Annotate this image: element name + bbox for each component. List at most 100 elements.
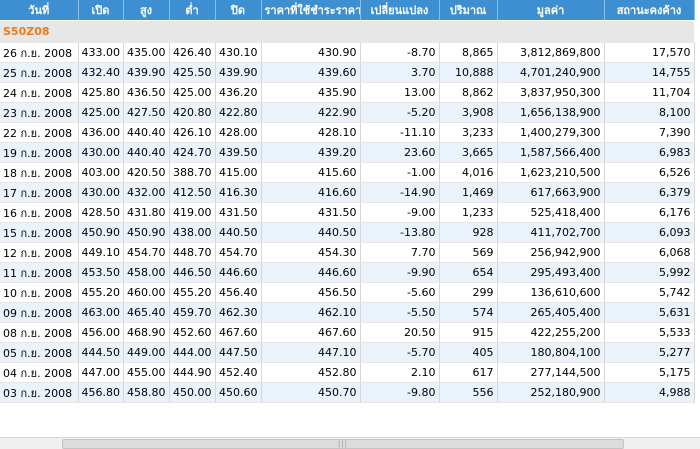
- cell-change: -1.00: [360, 162, 440, 183]
- cell-high: 454.70: [123, 242, 170, 263]
- cell-open: 425.00: [78, 102, 124, 123]
- cell-open-interest: 6,983: [604, 142, 695, 163]
- cell-change: -13.80: [360, 222, 440, 243]
- cell-close: 428.00: [215, 122, 262, 143]
- cell-volume: 4,016: [439, 162, 498, 183]
- cell-close: 422.80: [215, 102, 262, 123]
- cell-open: 436.00: [78, 122, 124, 143]
- cell-close: 447.50: [215, 342, 262, 363]
- col-header-close[interactable]: ปิด: [215, 0, 262, 21]
- cell-open: 444.50: [78, 342, 124, 363]
- cell-change: -11.10: [360, 122, 440, 143]
- cell-settlement-price: 439.20: [261, 142, 361, 163]
- cell-value: 411,702,700: [497, 222, 605, 243]
- col-header-date[interactable]: วันที่: [0, 0, 79, 21]
- cell-value: 1,400,279,300: [497, 122, 605, 143]
- cell-change: -5.60: [360, 282, 440, 303]
- cell-high: 458.00: [123, 262, 170, 283]
- cell-change: -8.70: [360, 42, 440, 63]
- cell-open-interest: 8,100: [604, 102, 695, 123]
- cell-open: 453.50: [78, 262, 124, 283]
- col-header-volume[interactable]: ปริมาณ: [439, 0, 498, 21]
- cell-volume: 556: [439, 382, 498, 403]
- cell-change: 13.00: [360, 82, 440, 103]
- col-header-open-interest[interactable]: สถานะคงค้าง: [604, 0, 695, 21]
- cell-low: 438.00: [169, 222, 216, 243]
- cell-settlement-price: 447.10: [261, 342, 361, 363]
- cell-date: 18 ก.ย. 2008: [0, 162, 79, 183]
- cell-open: 433.00: [78, 42, 124, 63]
- scrollbar-grip-icon: |||: [337, 440, 349, 448]
- cell-date: 05 ก.ย. 2008: [0, 342, 79, 363]
- cell-date: 03 ก.ย. 2008: [0, 382, 79, 403]
- cell-high: 435.00: [123, 42, 170, 63]
- cell-close: 416.30: [215, 182, 262, 203]
- col-header-low[interactable]: ต่ำ: [169, 0, 216, 21]
- cell-settlement-price: 456.50: [261, 282, 361, 303]
- col-header-change[interactable]: เปลี่ยนแปลง: [360, 0, 440, 21]
- cell-date: 23 ก.ย. 2008: [0, 102, 79, 123]
- cell-low: 425.50: [169, 62, 216, 83]
- cell-date: 04 ก.ย. 2008: [0, 362, 79, 383]
- cell-close: 439.50: [215, 142, 262, 163]
- cell-date: 12 ก.ย. 2008: [0, 242, 79, 263]
- cell-volume: 915: [439, 322, 498, 343]
- cell-volume: 3,233: [439, 122, 498, 143]
- cell-settlement-price: 446.60: [261, 262, 361, 283]
- cell-high: 440.40: [123, 142, 170, 163]
- cell-change: -5.20: [360, 102, 440, 123]
- cell-low: 459.70: [169, 302, 216, 323]
- cell-high: 436.50: [123, 82, 170, 103]
- cell-volume: 3,665: [439, 142, 498, 163]
- cell-close: 456.40: [215, 282, 262, 303]
- cell-change: -5.50: [360, 302, 440, 323]
- col-header-open[interactable]: เปิด: [78, 0, 124, 21]
- cell-value: 4,701,240,900: [497, 62, 605, 83]
- cell-open-interest: 5,992: [604, 262, 695, 283]
- cell-open: 447.00: [78, 362, 124, 383]
- cell-high: 431.80: [123, 202, 170, 223]
- horizontal-scrollbar[interactable]: |||: [0, 437, 700, 449]
- cell-settlement-price: 415.60: [261, 162, 361, 183]
- table-row: 19 ก.ย. 2008 430.00 440.40 424.70 439.50 439.…: [0, 142, 695, 163]
- cell-volume: 654: [439, 262, 498, 283]
- cell-close: 431.50: [215, 202, 262, 223]
- col-header-value[interactable]: มูลค่า: [497, 0, 605, 21]
- cell-high: 439.90: [123, 62, 170, 83]
- cell-close: 467.60: [215, 322, 262, 343]
- cell-change: -9.90: [360, 262, 440, 283]
- cell-close: 436.20: [215, 82, 262, 103]
- table-row: 22 ก.ย. 2008 436.00 440.40 426.10 428.00 428.…: [0, 122, 695, 143]
- table-row: 15 ก.ย. 2008 450.90 450.90 438.00 440.50 440.…: [0, 222, 695, 243]
- cell-high: 427.50: [123, 102, 170, 123]
- col-header-settlement-price[interactable]: ราคาที่ใช้ชำระราคา: [261, 0, 361, 21]
- cell-date: 10 ก.ย. 2008: [0, 282, 79, 303]
- cell-open-interest: 6,176: [604, 202, 695, 223]
- cell-change: 20.50: [360, 322, 440, 343]
- col-header-high[interactable]: สูง: [123, 0, 170, 21]
- cell-value: 617,663,900: [497, 182, 605, 203]
- table-row: 04 ก.ย. 2008 447.00 455.00 444.90 452.40 452.…: [0, 362, 695, 383]
- table-row: 23 ก.ย. 2008 425.00 427.50 420.80 422.80 422.…: [0, 102, 695, 123]
- cell-value: 3,812,869,800: [497, 42, 605, 63]
- cell-settlement-price: 416.60: [261, 182, 361, 203]
- table-row: 24 ก.ย. 2008 425.80 436.50 425.00 436.20 435.…: [0, 82, 695, 103]
- cell-volume: 3,908: [439, 102, 498, 123]
- cell-open-interest: 5,533: [604, 322, 695, 343]
- cell-low: 444.90: [169, 362, 216, 383]
- cell-open-interest: 4,988: [604, 382, 695, 403]
- table-row: 17 ก.ย. 2008 430.00 432.00 412.50 416.30 416.…: [0, 182, 695, 203]
- cell-close: 462.30: [215, 302, 262, 323]
- cell-high: 420.50: [123, 162, 170, 183]
- cell-high: 468.90: [123, 322, 170, 343]
- cell-settlement-price: 450.70: [261, 382, 361, 403]
- cell-close: 415.00: [215, 162, 262, 183]
- cell-value: 1,623,210,500: [497, 162, 605, 183]
- cell-high: 458.80: [123, 382, 170, 403]
- table-row: 26 ก.ย. 2008 433.00 435.00 426.40 430.10 430.…: [0, 42, 695, 63]
- cell-change: -9.00: [360, 202, 440, 223]
- cell-open: 456.00: [78, 322, 124, 343]
- cell-settlement-price: 462.10: [261, 302, 361, 323]
- symbol-row: S50Z08: [0, 20, 694, 43]
- cell-low: 444.00: [169, 342, 216, 363]
